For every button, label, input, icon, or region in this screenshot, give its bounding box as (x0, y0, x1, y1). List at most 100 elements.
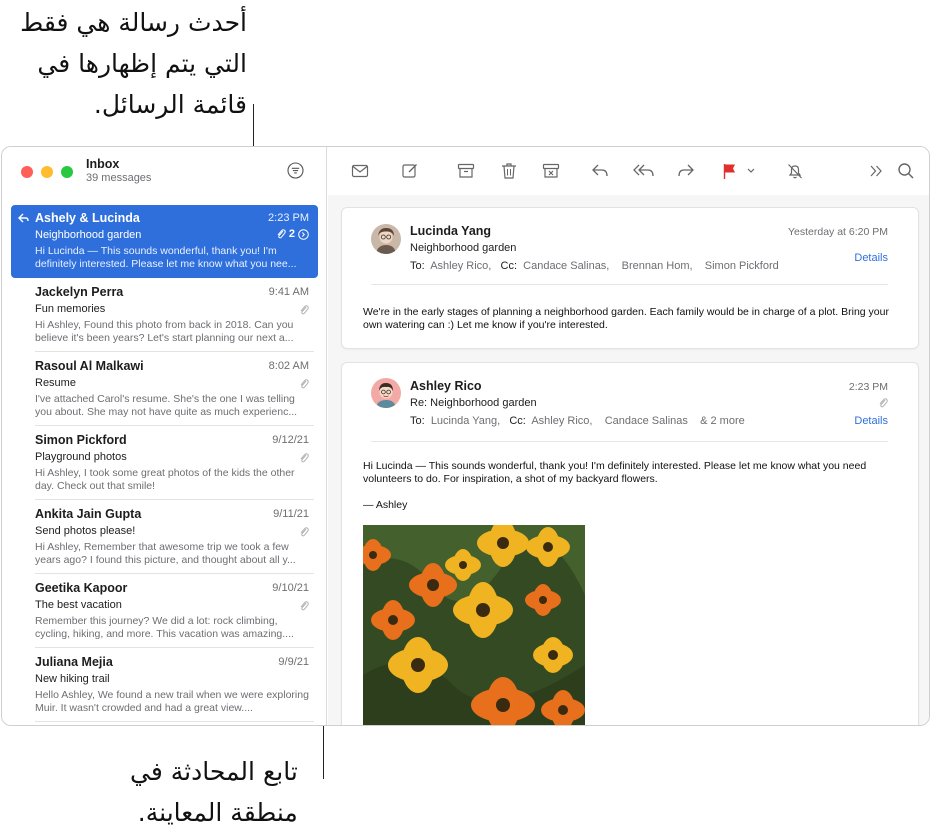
zoom-window-button[interactable] (61, 166, 73, 178)
message-sender: Rasoul Al Malkawi (35, 359, 144, 373)
message-time: 9/12/21 (272, 434, 309, 446)
message-subject: Send photos please! (35, 525, 136, 537)
message-time: 9/11/21 (273, 508, 309, 520)
cc-recipient[interactable]: Candace Salinas, (523, 260, 609, 272)
thread-count: 2 (288, 228, 295, 240)
message-subject: New hiking trail (35, 673, 110, 685)
message-sender: Simon Pickford (35, 433, 127, 447)
header-divider (371, 284, 888, 285)
flag-menu-chevron-icon[interactable] (746, 161, 756, 181)
message-subject: The best vacation (35, 599, 122, 611)
message-time: 9/10/21 (272, 582, 309, 594)
row-divider (35, 425, 314, 426)
avatar (371, 224, 401, 254)
message-preview: Hi Ashley, Found this photo from back in… (35, 319, 294, 344)
message-signature: — Ashley (363, 499, 408, 511)
cc-recipient[interactable]: Ashley Rico, (531, 415, 592, 427)
message-list-sidebar: Inbox 39 messages Ashely & Lucinda 2:23 … (2, 147, 327, 725)
mute-icon[interactable] (785, 161, 805, 181)
more-icon[interactable] (866, 161, 886, 181)
message-time: 8:02 AM (268, 360, 309, 372)
message-subject: Fun memories (35, 303, 106, 315)
recipients: To: Lucinda Yang, Cc: Ashley Rico, Canda… (410, 415, 745, 427)
sender-name: Ashley Rico (410, 379, 482, 393)
message-preview: Remember this journey? We did a lot: roc… (35, 615, 294, 640)
message-list-item[interactable]: Jackelyn Perra 9:41 AM Fun memories Hi A… (11, 279, 318, 352)
message-body: Hi Lucinda — This sounds wonderful, than… (363, 460, 867, 485)
message-time: Yesterday at 6:20 PM (787, 226, 888, 238)
cc-recipient[interactable]: Candace Salinas (605, 415, 688, 427)
callout-top-line-2: التي يتم إظهارها في (37, 49, 247, 78)
message-list-item[interactable]: Rasoul Al Malkawi 8:02 AM Resume I've at… (11, 353, 318, 426)
mailbox-title: Inbox (86, 157, 120, 171)
attachment-icon (300, 601, 309, 611)
details-link[interactable]: Details (854, 415, 888, 427)
row-divider (35, 721, 314, 722)
details-link[interactable]: Details (854, 252, 888, 264)
message-list-item[interactable]: Simon Pickford 9/12/21 Playground photos… (11, 427, 318, 500)
to-recipient[interactable]: Lucinda Yang, (431, 415, 500, 427)
attachment-icon (300, 527, 309, 537)
archive-icon[interactable] (456, 161, 476, 181)
cc-label: Cc: (509, 415, 526, 427)
to-label: To: (410, 415, 425, 427)
close-window-button[interactable] (21, 166, 33, 178)
more-recipients[interactable]: & 2 more (700, 415, 745, 427)
cc-recipient[interactable]: Brennan Hom, (622, 260, 693, 272)
minimize-window-button[interactable] (41, 166, 53, 178)
attached-photo-flowers[interactable] (363, 525, 585, 725)
message-list-item[interactable]: Geetika Kapoor 9/10/21 The best vacation… (11, 575, 318, 648)
replied-icon (18, 213, 29, 223)
message-sender: Ankita Jain Gupta (35, 507, 142, 521)
message-sender: Geetika Kapoor (35, 581, 128, 595)
attachment-icon (300, 379, 309, 389)
reply-icon[interactable] (590, 161, 610, 181)
row-divider (35, 573, 314, 574)
to-recipient[interactable]: Ashley Rico, (430, 260, 491, 272)
callout-follow-conversation: تابع المحادثة في منطقة المعاينة. (130, 751, 298, 833)
message-subject: Neighborhood garden (410, 242, 517, 254)
envelope-icon[interactable] (350, 161, 370, 181)
message-sender: Ashely & Lucinda (35, 211, 140, 225)
flag-icon[interactable] (720, 161, 740, 181)
trash-icon[interactable] (499, 161, 519, 181)
message-time: 2:23 PM (848, 381, 888, 393)
window-controls (21, 166, 73, 178)
compose-icon[interactable] (400, 161, 420, 181)
cc-recipient[interactable]: Simon Pickford (705, 260, 779, 272)
attachment-icon (277, 229, 286, 239)
forward-icon[interactable] (676, 161, 696, 181)
message-preview: Hi Ashley, Remember that awesome trip we… (35, 541, 296, 566)
message-preview: Hello Ashley, We found a new trail when … (35, 689, 309, 714)
message-card[interactable]: Ashley Rico 2:23 PM Re: Neighborhood gar… (341, 362, 919, 725)
message-card[interactable]: Lucinda Yang Yesterday at 6:20 PM Neighb… (341, 207, 919, 349)
cc-label: Cc: (500, 260, 518, 272)
message-sender: Jackelyn Perra (35, 285, 124, 299)
junk-icon[interactable] (541, 161, 561, 181)
sender-name: Lucinda Yang (410, 224, 492, 238)
message-subject: Playground photos (35, 451, 127, 463)
header-divider (371, 441, 888, 442)
filter-icon[interactable] (287, 162, 304, 179)
message-subject: Resume (35, 377, 76, 389)
thread-chevron-icon[interactable] (298, 228, 309, 240)
reply-all-icon[interactable] (632, 161, 656, 181)
mail-window: Inbox 39 messages Ashely & Lucinda 2:23 … (1, 146, 930, 726)
message-preview: I've attached Carol's resume. She's the … (35, 393, 298, 418)
message-sender: Juliana Mejia (35, 655, 113, 669)
callout-latest-message: أحدث رسالة هي فقط التي يتم إظهارها في قا… (20, 2, 247, 125)
callout-bottom-line-1: تابع المحادثة في (130, 757, 298, 786)
message-preview: Hi Lucinda — This sounds wonderful, than… (35, 245, 297, 270)
message-list-item[interactable]: Ankita Jain Gupta 9/11/21 Send photos pl… (11, 501, 318, 574)
search-icon[interactable] (896, 161, 916, 181)
recipients: To: Ashley Rico, Cc: Candace Salinas, Br… (410, 260, 779, 272)
message-list-item-selected[interactable]: Ashely & Lucinda 2:23 PM Neighborhood ga… (11, 205, 318, 278)
toolbar (328, 147, 929, 195)
row-divider (35, 647, 314, 648)
message-subject: Re: Neighborhood garden (410, 397, 537, 409)
callout-bottom-line-2: منطقة المعاينة. (137, 798, 298, 827)
message-preview: Hi Ashley, I took some great photos of t… (35, 467, 295, 492)
thread-meta: 2 (276, 228, 309, 240)
message-list-item[interactable]: Juliana Mejia 9/9/21 New hiking trail He… (11, 649, 318, 722)
row-divider (35, 351, 314, 352)
